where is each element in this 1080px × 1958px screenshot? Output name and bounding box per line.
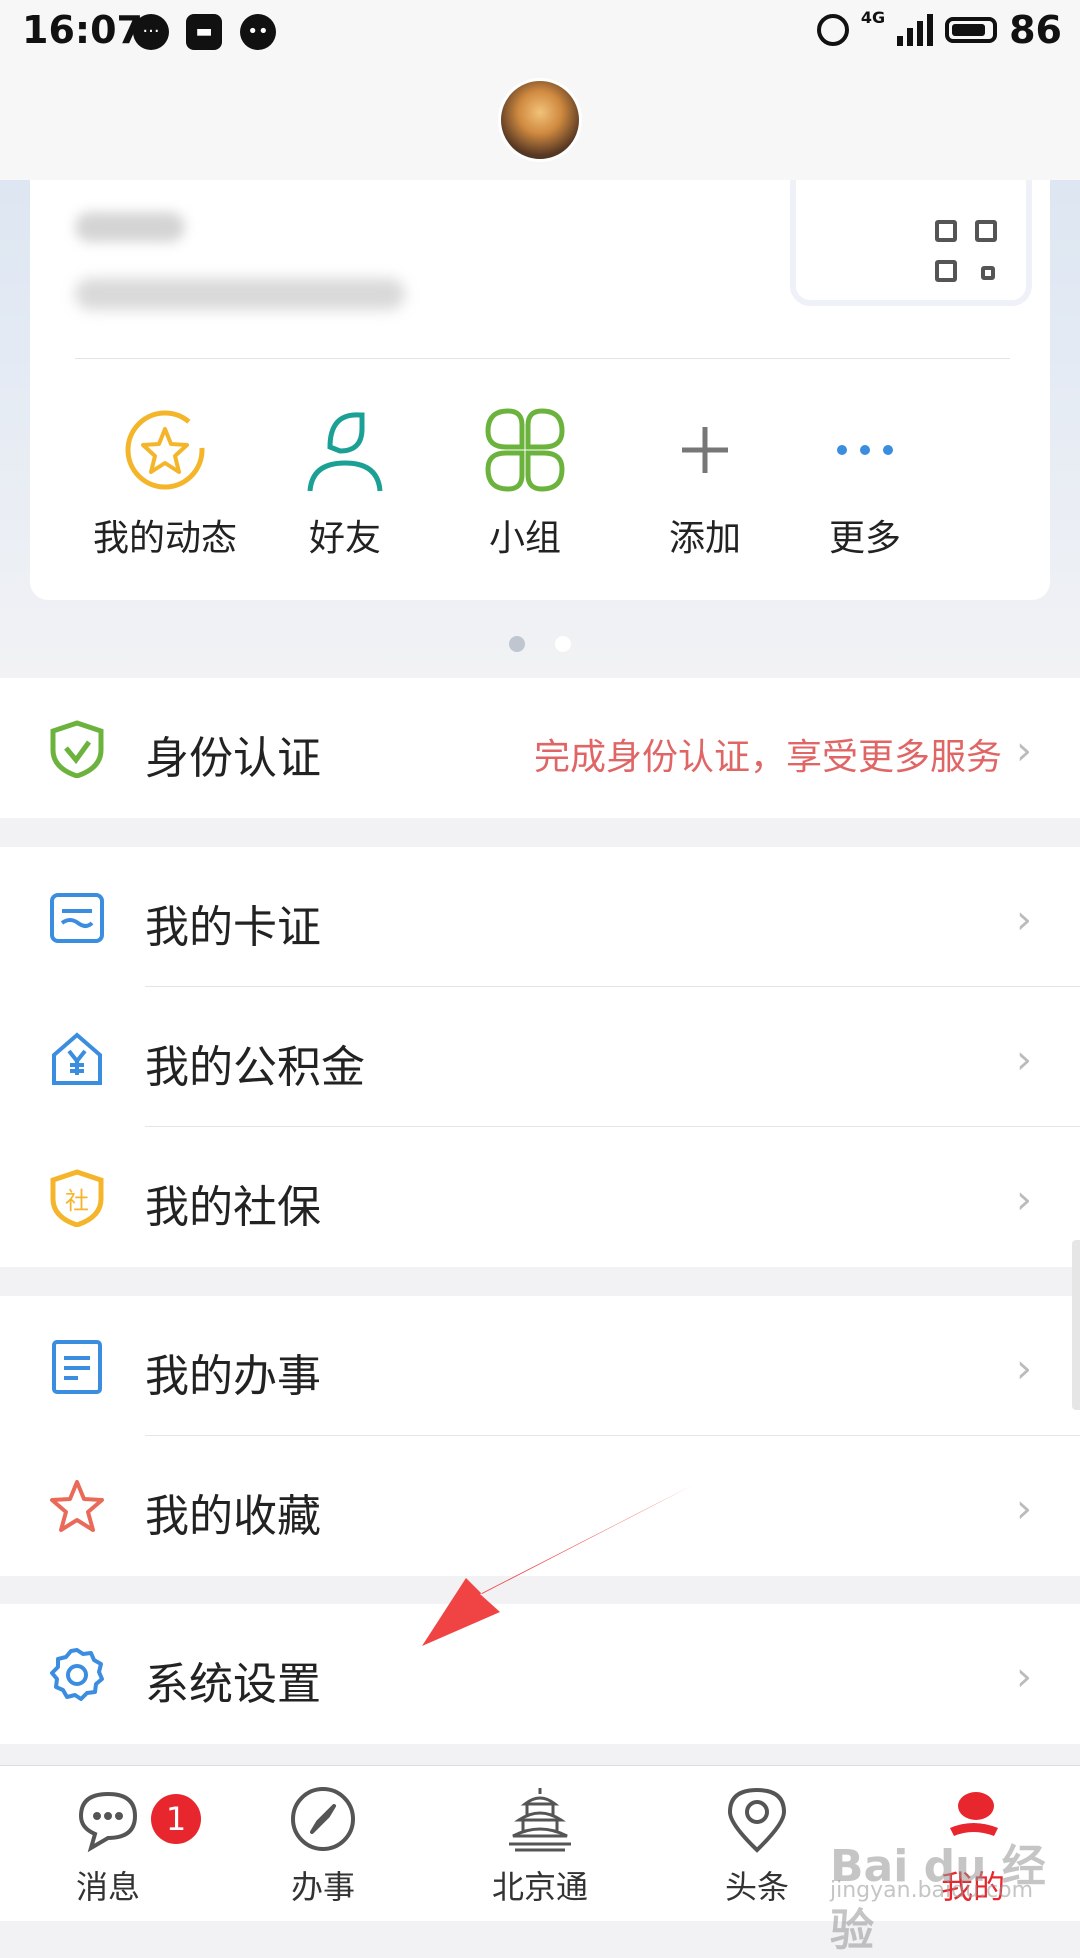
chat-bubble-icon	[73, 1784, 143, 1854]
star-refresh-icon	[120, 405, 210, 495]
chat-notification-icon: ···	[133, 14, 169, 50]
chevron-right-icon: ›	[1016, 1177, 1032, 1223]
work-section: 我的办事 › 我的收藏 ›	[0, 1296, 1080, 1576]
chevron-right-icon: ›	[1016, 1346, 1032, 1392]
more-dots-icon	[820, 405, 910, 495]
shortcut-add[interactable]: 添加	[615, 405, 795, 561]
page-dot-active	[509, 636, 525, 652]
wechat-notification-icon: ••	[240, 14, 276, 50]
row-label: 我的社保	[145, 1182, 321, 1233]
nav-headlines[interactable]: 头条	[682, 1784, 832, 1908]
battery-icon	[945, 17, 998, 43]
plus-icon	[660, 405, 750, 495]
battery-level: 86	[1009, 8, 1062, 52]
shortcut-more[interactable]: 更多	[780, 405, 950, 561]
row-label: 系统设置	[145, 1659, 321, 1710]
gear-icon	[48, 1646, 106, 1704]
row-label: 我的办事	[145, 1351, 321, 1402]
identity-row[interactable]: 身份认证 完成身份认证，享受更多服务 ›	[0, 678, 1080, 818]
star-icon	[48, 1478, 106, 1536]
chevron-right-icon: ›	[1016, 897, 1032, 943]
identity-label: 身份认证	[145, 733, 321, 784]
user-name-blurred	[75, 212, 185, 242]
divider	[75, 358, 1010, 359]
watermark-url: jingyan.baidu.com	[830, 1878, 1034, 1903]
group-icon	[480, 405, 570, 495]
user-account-blurred	[75, 278, 405, 310]
row-my-favorites[interactable]: 我的收藏 ›	[0, 1436, 1080, 1576]
app-notification-icon: ▬	[186, 14, 222, 50]
housing-fund-icon	[48, 1029, 106, 1087]
row-label: 我的公积金	[145, 1042, 365, 1093]
temple-icon	[505, 1784, 575, 1854]
settings-section: 系统设置 ›	[0, 1604, 1080, 1744]
row-social-security[interactable]: 社 我的社保 ›	[0, 1127, 1080, 1267]
row-my-cards[interactable]: 我的卡证 ›	[0, 847, 1080, 987]
status-bar: 16:07 ··· ▬ •• 4G 86	[0, 0, 1080, 70]
nav-affairs[interactable]: 办事	[248, 1784, 398, 1908]
shortcut-friends[interactable]: 好友	[255, 405, 435, 561]
row-my-affairs[interactable]: 我的办事 ›	[0, 1296, 1080, 1436]
nav-label: 消息	[75, 1868, 140, 1906]
nav-label: 办事	[290, 1868, 355, 1906]
shortcut-label: 添加	[668, 518, 741, 559]
shield-check-icon	[48, 720, 106, 779]
shortcut-groups[interactable]: 小组	[435, 405, 615, 561]
nav-label: 头条	[724, 1868, 789, 1906]
alarm-icon	[816, 14, 849, 46]
chevron-right-icon: ›	[1016, 1654, 1032, 1700]
unread-badge: 1	[151, 1794, 201, 1844]
location-pin-icon	[722, 1784, 792, 1854]
social-security-icon: 社	[48, 1169, 106, 1228]
cards-section: 我的卡证 › 我的公积金 › 社 我的社保 ›	[0, 847, 1080, 1267]
identity-section: 身份认证 完成身份认证，享受更多服务 ›	[0, 678, 1080, 818]
network-type: 4G	[860, 8, 886, 27]
shortcut-row: 我的动态 好友 小组 添加 更多	[30, 405, 1050, 559]
shortcut-label: 好友	[308, 518, 381, 559]
row-label: 我的卡证	[145, 902, 321, 953]
card-icon	[48, 889, 106, 947]
status-time: 16:07	[22, 8, 143, 52]
compass-icon	[288, 1784, 358, 1854]
chevron-right-icon: ›	[1016, 1486, 1032, 1532]
document-icon	[48, 1338, 106, 1396]
avatar[interactable]	[498, 78, 582, 162]
nav-beijingtong[interactable]: 北京通	[465, 1784, 615, 1908]
row-system-settings[interactable]: 系统设置 ›	[0, 1604, 1080, 1744]
identity-hint: 完成身份认证，享受更多服务	[533, 737, 1002, 778]
status-right: 4G 86	[816, 8, 1062, 52]
shortcut-label: 我的动态	[92, 518, 237, 559]
page-dot	[555, 636, 571, 652]
person-icon	[300, 405, 390, 495]
profile-card: 我的动态 好友 小组 添加 更多	[30, 180, 1050, 600]
shortcut-label: 小组	[488, 518, 561, 559]
svg-text:社: 社	[65, 1187, 89, 1215]
scroll-indicator	[1072, 1240, 1080, 1410]
row-label: 我的收藏	[145, 1491, 321, 1542]
row-housing-fund[interactable]: 我的公积金 ›	[0, 987, 1080, 1127]
chevron-right-icon: ›	[1016, 1037, 1032, 1083]
qr-code-icon[interactable]	[935, 220, 997, 282]
nav-label: 北京通	[491, 1868, 588, 1906]
nav-messages[interactable]: 消息 1	[33, 1784, 201, 1908]
shortcut-label: 更多	[828, 518, 901, 559]
shortcut-my-activity[interactable]: 我的动态	[75, 405, 255, 561]
page-indicator	[0, 636, 1080, 656]
chevron-right-icon: ›	[1016, 728, 1032, 774]
signal-icon	[897, 14, 934, 46]
